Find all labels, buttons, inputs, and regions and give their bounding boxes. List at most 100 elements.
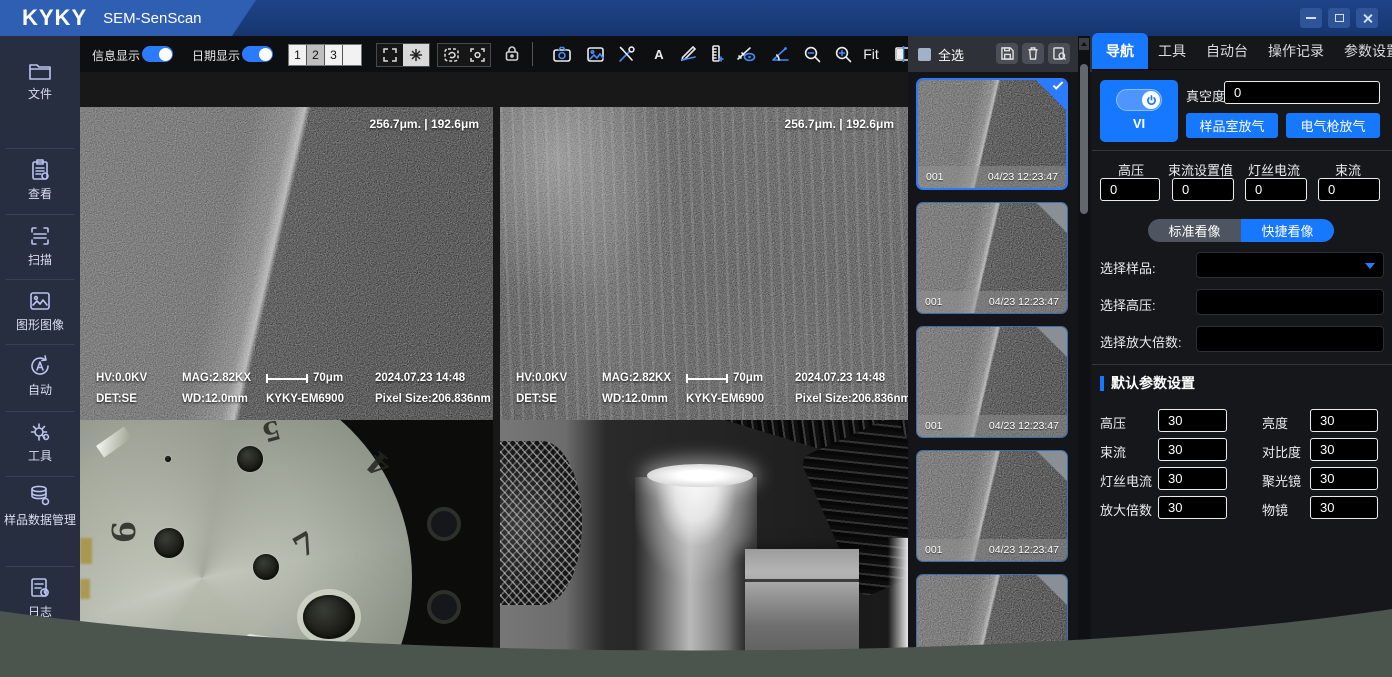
filament-input[interactable]: 0	[1245, 178, 1307, 201]
minimize-button[interactable]	[1300, 8, 1322, 28]
sem-image-2[interactable]: 256.7μm. | 192.6μm HV:0.0KVDET:SE MAG:2.…	[500, 107, 908, 420]
hv-input[interactable]: 0	[1100, 178, 1160, 201]
text-annotate-button[interactable]: A	[649, 44, 669, 64]
vent-gun-button[interactable]: 电气枪放气	[1286, 113, 1380, 138]
fit-button[interactable]: Fit	[861, 44, 881, 64]
sidebar-item-monitor[interactable]	[0, 636, 80, 656]
thumbnail-item[interactable]: 00104/23 12:23:47	[916, 78, 1068, 190]
sidebar-item-image[interactable]: 图形图像	[0, 257, 80, 332]
measure-angle-button[interactable]	[770, 44, 790, 64]
param-label-condenser: 聚光镜	[1262, 471, 1301, 490]
mag-readout: MAG:2.82KX	[602, 368, 686, 389]
segment-blank[interactable]	[343, 45, 361, 65]
standard-imaging-button[interactable]: 标准看像	[1148, 219, 1241, 242]
beam-set-label: 束流设置值	[1168, 160, 1233, 179]
close-button[interactable]	[1356, 8, 1378, 28]
scroll-up-icon[interactable]	[1079, 38, 1089, 50]
date-display-toggle[interactable]	[242, 46, 273, 62]
beam-set-input[interactable]: 0	[1172, 178, 1234, 201]
sidebar-item-log[interactable]: 日志	[0, 544, 80, 619]
vi-power-button[interactable]: VI	[1100, 80, 1178, 142]
delete-images-button[interactable]	[1022, 43, 1044, 64]
capture-button[interactable]	[552, 44, 572, 64]
param-input-beam[interactable]: 30	[1158, 438, 1227, 461]
scale-bar-label: 70μm	[313, 368, 343, 389]
beam-input[interactable]: 0	[1318, 178, 1380, 201]
image-gallery-button[interactable]	[585, 44, 605, 64]
sidebar-item-view[interactable]: 查看	[0, 126, 80, 201]
thumbnail-item[interactable]: 00104/23 12:23:47	[916, 574, 1068, 677]
sidebar-item-sample-data[interactable]: 样品数据管理	[0, 452, 80, 527]
panel-tabs: 导航 工具 自动台 操作记录 参数设置	[1092, 36, 1392, 70]
measure-view-button[interactable]	[736, 44, 756, 64]
trash-icon	[1027, 47, 1039, 60]
hv-label: 高压	[1118, 160, 1144, 179]
tab-operation-log[interactable]: 操作记录	[1258, 33, 1334, 69]
select-mag-label: 选择放大倍数:	[1100, 332, 1182, 351]
select-all-checkbox[interactable]	[918, 48, 931, 61]
thumb-timestamp: 04/23 12:23:47	[988, 171, 1058, 183]
sidebar-item-files[interactable]: 文件	[0, 60, 80, 101]
select-sample-dropdown[interactable]	[1196, 252, 1384, 278]
dot-grid-view-button[interactable]	[403, 44, 429, 66]
preview-icon	[1053, 47, 1066, 60]
param-input-brightness[interactable]: 30	[1310, 409, 1378, 432]
param-input-hv[interactable]: 30	[1158, 409, 1227, 432]
select-hv-input[interactable]	[1196, 289, 1384, 315]
sidebar-item-auto[interactable]: 自动	[0, 322, 80, 397]
image-icon	[28, 289, 52, 313]
sidebar-label: 样品数据管理	[4, 513, 76, 527]
maximize-button[interactable]	[1328, 8, 1350, 28]
power-icon	[1146, 95, 1157, 106]
adjust-tools-button[interactable]	[617, 44, 637, 64]
tab-navigation[interactable]: 导航	[1092, 33, 1148, 69]
vacuum-input[interactable]: 0	[1224, 81, 1380, 104]
expand-view-button[interactable]	[377, 44, 403, 66]
chamber-camera-view[interactable]	[500, 420, 908, 677]
info-display-toggle[interactable]	[142, 46, 173, 62]
thumbnail-scrollbar[interactable]	[1078, 36, 1090, 677]
param-input-condenser[interactable]: 30	[1310, 467, 1378, 490]
stage-digit: 6	[105, 520, 143, 542]
vi-toggle[interactable]	[1116, 89, 1162, 111]
select-mag-input[interactable]	[1196, 326, 1384, 352]
field-of-view-readout: 256.7μm. | 192.6μm	[785, 117, 894, 131]
detector-readout: DET:SE	[96, 389, 182, 410]
measure-length-button[interactable]	[707, 44, 727, 64]
param-input-mag[interactable]: 30	[1158, 496, 1227, 519]
param-label-filament: 灯丝电流	[1100, 471, 1152, 490]
param-input-objective[interactable]: 30	[1310, 496, 1378, 519]
zoom-out-button[interactable]	[802, 44, 822, 64]
segment-1[interactable]: 1	[289, 45, 307, 65]
lock-button[interactable]	[504, 45, 520, 67]
vent-chamber-button[interactable]: 样品室放气	[1186, 113, 1278, 138]
save-images-button[interactable]	[996, 43, 1018, 64]
param-input-filament[interactable]: 30	[1158, 467, 1227, 490]
tab-auto-stage[interactable]: 自动台	[1196, 33, 1258, 69]
scrollbar-thumb[interactable]	[1080, 64, 1088, 214]
sidebar-item-scan[interactable]: 扫描	[0, 192, 80, 267]
stage-camera-view[interactable]: 5 4 6 7	[80, 420, 493, 677]
refresh-frame-button[interactable]	[438, 44, 464, 66]
thumbnail-item[interactable]: 00104/23 12:23:47	[916, 326, 1068, 438]
tab-tools[interactable]: 工具	[1148, 33, 1196, 69]
segment-2[interactable]: 2	[307, 45, 325, 65]
scan-icon	[28, 224, 52, 248]
beam-label: 束流	[1335, 160, 1361, 179]
default-params-header: 默认参数设置	[1100, 373, 1195, 393]
thumbnail-item[interactable]: 00104/23 12:23:47	[916, 450, 1068, 562]
segment-3[interactable]: 3	[325, 45, 343, 65]
datetime-readout: 2024.07.23 14:48	[795, 368, 908, 389]
quick-imaging-button[interactable]: 快捷看像	[1241, 219, 1334, 242]
param-input-contrast[interactable]: 30	[1310, 438, 1378, 461]
thumbnail-item[interactable]: 00104/23 12:23:47	[916, 202, 1068, 314]
sem-image-1[interactable]: 256.7μm. | 192.6μm HV:0.0KVDET:SE MAG:2.…	[80, 107, 493, 420]
sem-metadata-overlay: HV:0.0KVDET:SE MAG:2.82KXWD:12.0mm 70μmK…	[516, 368, 908, 410]
measure-eye-icon	[736, 46, 756, 63]
tab-parameter-settings[interactable]: 参数设置	[1334, 33, 1392, 69]
preview-images-button[interactable]	[1048, 43, 1070, 64]
zoom-in-button[interactable]	[833, 44, 853, 64]
hv-readout: HV:0.0KV	[516, 368, 602, 389]
draw-annotate-button[interactable]	[678, 44, 698, 64]
monitor-icon	[28, 636, 52, 656]
